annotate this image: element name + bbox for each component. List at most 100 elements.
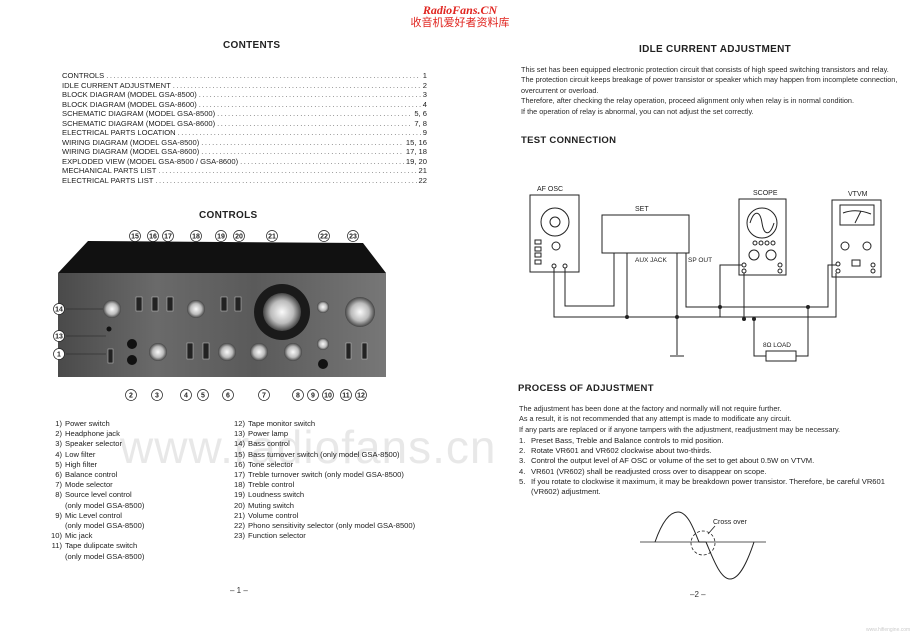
amp-front-panel xyxy=(58,273,386,377)
control-legend-item: 9) Mic Level control xyxy=(50,511,144,521)
callout-number: 10 xyxy=(324,392,332,399)
toc-entry[interactable]: SCHEMATIC DIAGRAM (MODEL GSA-8600) 7, 8 xyxy=(62,119,427,129)
page-number-right: –2 – xyxy=(690,590,706,599)
controls-title: CONTROLS xyxy=(199,210,258,221)
control-label: Tape monitor switch xyxy=(248,419,316,428)
control-number: 13) xyxy=(234,429,245,439)
amplifier-front-panel-figure: 15 16 17 18 19 20 21 22 23141312 3 4 5 6 7 8 9 10 11 12 xyxy=(53,230,386,401)
watermark-site-cn: 收音机爱好者资料库 xyxy=(410,17,510,29)
toc-entry[interactable]: SCHEMATIC DIAGRAM (MODEL GSA-8500) 5, 6 xyxy=(62,109,427,119)
step-number: 5. xyxy=(519,476,526,486)
control-legend-item: 2) Headphone jack xyxy=(50,429,144,439)
control-legend-item: 1) Power switch xyxy=(50,419,144,429)
toc-entry[interactable]: WIRING DIAGRAM (MODEL GSA-8500) 15, 16 xyxy=(62,138,427,148)
control-label: Volume control xyxy=(248,510,299,520)
control-label: Bass control xyxy=(248,439,290,449)
idle-paragraph: If the operation of relay is abnormal, y… xyxy=(521,106,754,116)
control-label: Tone selector xyxy=(248,459,294,469)
balance-knob xyxy=(218,343,236,361)
control-number: 23) xyxy=(234,531,245,541)
control-label: Treble turnover switch (only model GSA-8… xyxy=(248,470,404,480)
control-legend-item: 5) High filter xyxy=(50,460,144,470)
vtvm-label: VTVM xyxy=(848,191,868,198)
test-connection-diagram: AF OSC SET AUX JACK SP OUT SCOPE VTVM 8Ω… xyxy=(529,186,882,362)
control-number: 4) xyxy=(55,449,62,459)
control-label: Mic Level control xyxy=(65,510,122,520)
step-number: 4. xyxy=(519,466,526,476)
control-label: Phono sensitivity selector (only model G… xyxy=(248,521,416,531)
control-legend-item: 10) Mic jack xyxy=(50,531,144,541)
callout-number: 21 xyxy=(268,233,276,240)
control-label: Treble control xyxy=(248,480,295,490)
control-legend-item: 7) Mode selector xyxy=(50,480,144,490)
toc-entry-page: 22 xyxy=(418,175,427,185)
control-number: 22) xyxy=(234,521,245,531)
treble-knob xyxy=(187,300,205,318)
toc-entry[interactable]: CONTROLS 1 xyxy=(62,71,427,81)
phono-sens-knob xyxy=(317,301,329,313)
toc-leader-dots xyxy=(217,119,412,129)
toc-leader-dots xyxy=(240,157,404,167)
toc-entry[interactable]: EXPLODED VIEW (MODEL GSA-8500 / GSA-8600… xyxy=(62,157,427,167)
control-number: 17) xyxy=(234,470,245,480)
toc-entry[interactable]: MECHANICAL PARTS LIST 21 xyxy=(62,166,427,176)
control-number: 10) xyxy=(51,531,62,541)
toc-entry[interactable]: ELECTRICAL PARTS LIST 22 xyxy=(62,176,427,186)
table-of-contents: CONTROLS1IDLE CURRENT ADJUSTMENT2BLOCK D… xyxy=(62,71,427,185)
control-label: Mic jack xyxy=(65,531,93,541)
control-label: Low filter xyxy=(65,449,96,459)
toc-entry[interactable]: BLOCK DIAGRAM (MODEL GSA-8500) 3 xyxy=(62,90,427,100)
toc-entry[interactable]: WIRING DIAGRAM (MODEL GSA-8600) 17, 18 xyxy=(62,147,427,157)
sp-out-label: SP OUT xyxy=(688,257,712,264)
control-legend-item: 12) Tape monitor switch xyxy=(233,419,415,429)
control-label: Loudness switch xyxy=(248,490,305,500)
control-number: 8) xyxy=(55,490,62,500)
control-number: 21) xyxy=(234,510,245,520)
scope-label: SCOPE xyxy=(753,190,778,197)
adjustment-step: 2. Rotate VR601 and VR602 clockwise about… xyxy=(519,446,909,456)
control-number: 12) xyxy=(234,419,245,428)
toc-entry[interactable]: ELECTRICAL PARTS LOCATION 9 xyxy=(62,128,427,138)
crossover-waveform: Cross over xyxy=(640,511,766,580)
control-label: Speaker selector xyxy=(65,439,122,449)
toc-leader-dots xyxy=(199,90,421,100)
process-intro-line: If any parts are replaced or if anyone t… xyxy=(519,424,841,434)
power-lamp xyxy=(106,326,112,332)
source-level-knob xyxy=(284,343,302,361)
control-number: 9) xyxy=(55,510,62,520)
control-legend-item: 16) Tone selector xyxy=(233,460,415,470)
toc-entry-page: 5, 6 xyxy=(414,109,427,118)
controls-legend-col1: 1) Power switch 2) Headphone jack 3) Speaker … xyxy=(50,419,144,562)
control-label: Power lamp xyxy=(248,429,289,439)
toc-entry-label: ELECTRICAL PARTS LIST xyxy=(62,175,154,185)
crossover-label: Cross over xyxy=(713,519,748,526)
control-legend-item: 23) Function selector xyxy=(233,531,415,541)
callout-number: 6 xyxy=(226,392,230,399)
control-legend-item: 18) Treble control xyxy=(233,480,415,490)
toc-entry[interactable]: IDLE CURRENT ADJUSTMENT 2 xyxy=(62,81,427,91)
function-knob xyxy=(345,297,375,327)
control-number: 5) xyxy=(55,459,62,469)
callout-number: 2 xyxy=(129,392,133,399)
callout-number: 11 xyxy=(342,392,350,399)
toc-leader-dots xyxy=(201,147,404,157)
callout-number: 12 xyxy=(357,392,365,399)
idle-current-title: IDLE CURRENT ADJUSTMENT xyxy=(639,44,792,55)
control-number: 6) xyxy=(55,470,62,480)
control-number: 1) xyxy=(55,419,62,428)
control-legend-item: 8) Source level control xyxy=(50,490,144,500)
callout-number: 15 xyxy=(131,233,139,240)
toc-entry-page: 1 xyxy=(422,71,427,80)
control-label: Function selector xyxy=(248,531,306,541)
toc-leader-dots xyxy=(178,128,421,138)
toc-entry[interactable]: BLOCK DIAGRAM (MODEL GSA-8600) 4 xyxy=(62,100,427,110)
amp-top-case xyxy=(58,241,386,273)
control-label: Headphone jack xyxy=(65,429,120,439)
toc-entry-label: WIRING DIAGRAM (MODEL GSA-8500) xyxy=(62,137,200,147)
toc-leader-dots xyxy=(217,109,412,119)
toc-entry-label: SCHEMATIC DIAGRAM (MODEL GSA-8500) xyxy=(62,109,216,118)
toc-entry-label: IDLE CURRENT ADJUSTMENT xyxy=(62,80,171,90)
control-legend-item: 20) Muting switch xyxy=(233,501,415,511)
mode-knob xyxy=(250,343,268,361)
callout-number: 13 xyxy=(55,333,63,340)
